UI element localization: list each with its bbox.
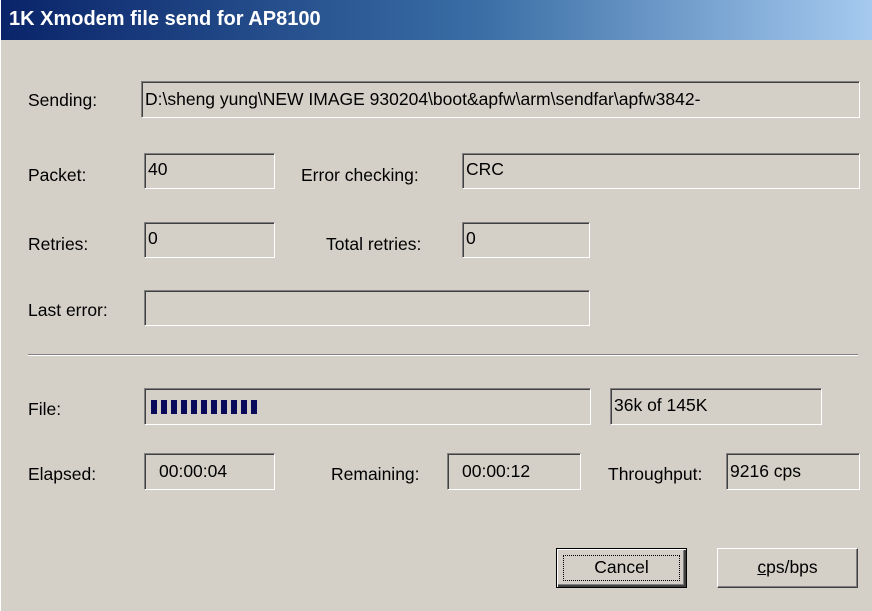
dialog-window: 1K Xmodem file send for AP8100 Sending: … — [0, 0, 872, 611]
progress-segment — [171, 400, 177, 414]
remaining-field: 00:00:12 — [447, 453, 581, 490]
total-retries-label: Total retries: — [326, 234, 422, 254]
throughput-field: 9216 cps — [726, 453, 860, 490]
focus-rectangle — [563, 555, 680, 581]
sending-label: Sending: — [28, 90, 98, 110]
elapsed-field: 00:00:04 — [144, 453, 275, 490]
progress-segment — [241, 400, 247, 414]
progress-segment — [211, 400, 217, 414]
progress-segment — [221, 400, 227, 414]
packet-label: Packet: — [28, 165, 87, 185]
cps-bps-button-label: ps/bps — [766, 557, 818, 577]
last-error-field — [144, 290, 590, 326]
error-checking-field: CRC — [462, 153, 860, 189]
file-progress-text: 36k of 145K — [610, 388, 822, 425]
sending-field: D:\sheng yung\NEW IMAGE 930204\boot&apfw… — [141, 81, 860, 118]
file-progress-bar — [144, 388, 591, 425]
remaining-label: Remaining: — [331, 464, 420, 484]
total-retries-field: 0 — [462, 222, 590, 258]
window-title: 1K Xmodem file send for AP8100 — [9, 8, 321, 30]
retries-label: Retries: — [28, 234, 89, 254]
progress-fill — [151, 400, 261, 414]
separator — [28, 354, 858, 356]
elapsed-label: Elapsed: — [28, 464, 97, 484]
cps-bps-mnemonic: c — [757, 557, 767, 577]
progress-segment — [181, 400, 187, 414]
title-bar[interactable]: 1K Xmodem file send for AP8100 — [1, 0, 872, 40]
cancel-button[interactable]: Cancel — [556, 548, 687, 588]
progress-segment — [151, 400, 157, 414]
throughput-label: Throughput: — [608, 464, 703, 484]
last-error-label: Last error: — [28, 300, 108, 320]
progress-segment — [251, 400, 257, 414]
retries-field: 0 — [144, 222, 275, 258]
cps-bps-button[interactable]: cps/bps — [717, 548, 858, 588]
progress-segment — [201, 400, 207, 414]
progress-segment — [191, 400, 197, 414]
file-label: File: — [28, 399, 62, 419]
packet-field: 40 — [144, 153, 275, 189]
progress-segment — [161, 400, 167, 414]
progress-segment — [231, 400, 237, 414]
error-checking-label: Error checking: — [301, 165, 419, 185]
